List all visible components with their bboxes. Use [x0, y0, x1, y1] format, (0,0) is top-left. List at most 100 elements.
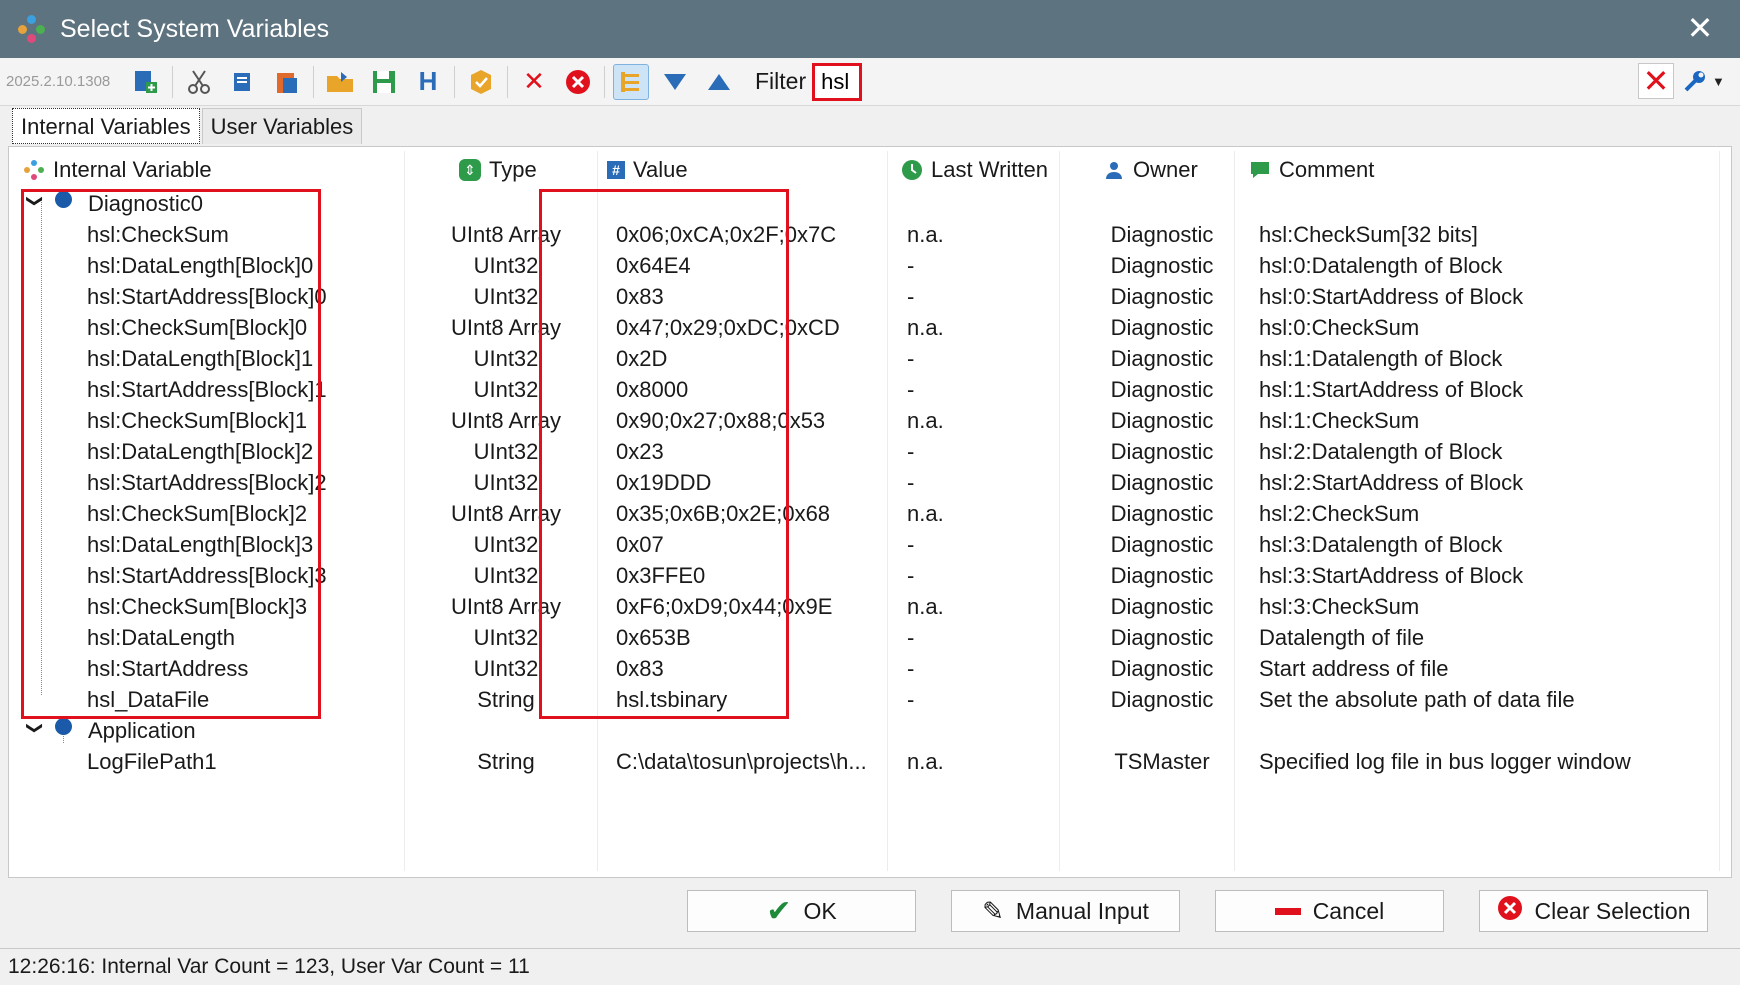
table-row[interactable]: hsl_DataFile String hsl.tsbinary - Diagn…	[9, 683, 1731, 717]
table-row[interactable]: hsl:StartAddress UInt32 0x83 - Diagnosti…	[9, 652, 1731, 686]
variable-name: hsl:CheckSum[Block]2	[87, 501, 308, 526]
chevron-down-icon[interactable]: ❯	[25, 191, 45, 211]
table-row[interactable]: hsl:CheckSum UInt8 Array 0x06;0xCA;0x2F;…	[9, 218, 1731, 252]
comment: hsl:1:StartAddress of Block	[1259, 377, 1524, 402]
variable-value: 0x07	[616, 532, 664, 557]
variable-value: 0x47;0x29;0xDC;0xCD	[616, 315, 840, 340]
table-row[interactable]: hsl:CheckSum[Block]2 UInt8 Array 0x35;0x…	[9, 497, 1731, 531]
variable-value: 0x23	[616, 439, 664, 464]
column-header-owner[interactable]: Owner	[1103, 155, 1198, 185]
variable-type: UInt32	[473, 656, 539, 681]
variable-value: 0x35;0x6B;0x2E;0x68	[616, 501, 831, 526]
table-row[interactable]: hsl:DataLength[Block]3 UInt32 0x07 - Dia…	[9, 528, 1731, 562]
delete-icon[interactable]: ✕	[516, 64, 552, 100]
variable-value: 0xF6;0xD9;0x44;0x9E	[616, 594, 833, 619]
column-label: Owner	[1133, 157, 1198, 182]
last-written: -	[907, 532, 915, 557]
move-down-icon[interactable]	[657, 64, 693, 100]
column-header-comment[interactable]: Comment	[1249, 155, 1374, 185]
table-row[interactable]: hsl:DataLength[Block]1 UInt32 0x2D - Dia…	[9, 342, 1731, 376]
table-row[interactable]: hsl:CheckSum[Block]0 UInt8 Array 0x47;0x…	[9, 311, 1731, 345]
table-row[interactable]: hsl:StartAddress[Block]3 UInt32 0x3FFE0 …	[9, 559, 1731, 593]
variable-type: String	[477, 749, 535, 774]
column-header-type[interactable]: ⇕ Type	[459, 155, 537, 185]
variable-name: hsl:DataLength[Block]0	[87, 253, 314, 278]
owner: Diagnostic	[1110, 563, 1214, 588]
last-written: -	[907, 625, 915, 650]
owner: Diagnostic	[1110, 656, 1214, 681]
move-up-icon[interactable]	[701, 64, 737, 100]
table-row[interactable]: hsl:CheckSum[Block]1 UInt8 Array 0x90;0x…	[9, 404, 1731, 438]
clear-selection-button[interactable]: Clear Selection	[1479, 890, 1708, 932]
table-row[interactable]: hsl:StartAddress[Block]1 UInt32 0x8000 -…	[9, 373, 1731, 407]
column-label: Last Written	[931, 157, 1048, 182]
tree-view-icon[interactable]	[613, 63, 649, 100]
variable-name: hsl:CheckSum	[87, 222, 229, 247]
variable-value: 0x19DDD	[616, 470, 712, 495]
table-row[interactable]: LogFilePath1 String C:\data\tosun\projec…	[9, 745, 1731, 779]
wrench-icon[interactable]: ▼	[1682, 68, 1730, 94]
group-name: Application	[88, 718, 196, 743]
column-header-value[interactable]: # Value	[607, 155, 688, 185]
cut-icon[interactable]	[181, 64, 217, 100]
comment: hsl:0:StartAddress of Block	[1259, 284, 1524, 309]
tree-node-application[interactable]: ❯ Application	[9, 714, 1731, 748]
table-row[interactable]: hsl:DataLength[Block]0 UInt32 0x64E4 - D…	[9, 249, 1731, 283]
clock-icon	[901, 159, 923, 181]
table-row[interactable]: hsl:StartAddress[Block]0 UInt32 0x83 - D…	[9, 280, 1731, 314]
variable-type: UInt8 Array	[450, 594, 562, 619]
chevron-down-icon[interactable]: ▼	[1712, 74, 1725, 89]
comment: hsl:1:Datalength of Block	[1259, 346, 1503, 371]
h-icon[interactable]: H	[410, 64, 446, 100]
tab-user-variables[interactable]: User Variables	[201, 108, 363, 144]
variables-tree-grid[interactable]: Internal Variable ⇕ Type # Value Last Wr…	[8, 146, 1732, 878]
last-written: -	[907, 656, 915, 681]
last-written: n.a.	[907, 222, 944, 247]
table-row[interactable]: hsl:DataLength[Block]2 UInt32 0x23 - Dia…	[9, 435, 1731, 469]
comment-icon	[1249, 159, 1271, 181]
variable-name: hsl:StartAddress[Block]3	[87, 563, 327, 588]
variable-value: hsl.tsbinary	[616, 687, 728, 712]
cancel-button[interactable]: Cancel	[1215, 890, 1444, 932]
chevron-down-icon[interactable]: ❯	[25, 718, 45, 738]
column-header-internal-variable[interactable]: Internal Variable	[23, 155, 212, 185]
paste-icon[interactable]	[269, 64, 305, 100]
last-written: -	[907, 284, 915, 309]
column-label: Type	[489, 157, 537, 182]
hash-icon: #	[607, 161, 625, 179]
close-icon[interactable]: ✕	[1682, 10, 1718, 46]
column-header-last-written[interactable]: Last Written	[901, 155, 1048, 185]
owner: TSMaster	[1114, 749, 1210, 774]
comment: hsl:2:CheckSum	[1259, 501, 1420, 526]
owner: Diagnostic	[1110, 346, 1214, 371]
tree-node-diagnostic0[interactable]: ❯ Diagnostic0	[9, 187, 1731, 221]
save-icon[interactable]	[366, 64, 402, 100]
node-dot-icon	[55, 718, 72, 735]
window-title: Select System Variables	[60, 14, 330, 43]
variable-value: 0x90;0x27;0x88;0x53	[616, 408, 826, 433]
variable-type: UInt32	[473, 346, 539, 371]
manual-input-button[interactable]: ✎ Manual Input	[951, 890, 1180, 932]
table-row[interactable]: hsl:StartAddress[Block]2 UInt32 0x19DDD …	[9, 466, 1731, 500]
copy-icon[interactable]	[225, 64, 261, 100]
delete-all-icon[interactable]	[560, 64, 596, 100]
variable-name: hsl:DataLength[Block]1	[87, 346, 314, 371]
last-written: -	[907, 253, 915, 278]
badge-icon[interactable]	[463, 64, 499, 100]
clear-filter-icon[interactable]: ✕	[1638, 63, 1674, 99]
variable-name: hsl:StartAddress[Block]0	[87, 284, 327, 309]
tab-internal-variables[interactable]: Internal Variables	[12, 108, 200, 144]
variable-type: UInt32	[473, 532, 539, 557]
comment: hsl:2:Datalength of Block	[1259, 439, 1503, 464]
table-row[interactable]: hsl:DataLength UInt32 0x653B - Diagnosti…	[9, 621, 1731, 655]
group-name: Diagnostic0	[88, 191, 203, 216]
table-row[interactable]: hsl:CheckSum[Block]3 UInt8 Array 0xF6;0x…	[9, 590, 1731, 624]
filter-input[interactable]	[812, 62, 863, 101]
variable-type: UInt8 Array	[450, 315, 562, 340]
variable-value: 0x83	[616, 656, 664, 681]
add-variable-icon[interactable]	[128, 64, 164, 100]
variable-type: String	[477, 687, 535, 712]
ok-button[interactable]: ✔ OK	[687, 890, 916, 932]
open-folder-icon[interactable]	[322, 64, 358, 100]
column-label: Internal Variable	[53, 157, 212, 182]
